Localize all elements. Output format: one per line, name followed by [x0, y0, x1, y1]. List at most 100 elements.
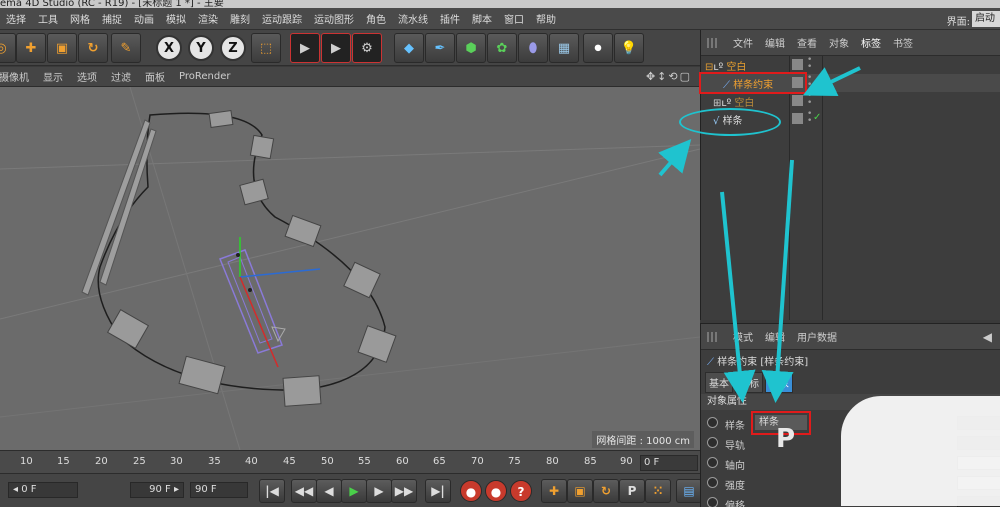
menu-select[interactable]: 选择: [0, 11, 32, 26]
visibility-toggle[interactable]: [792, 59, 803, 70]
light-icon[interactable]: 💡: [614, 33, 644, 63]
render-to-picture-viewer-icon[interactable]: ▶: [321, 33, 351, 63]
enabled-check-icon[interactable]: ✓: [813, 112, 821, 123]
preview-end-field[interactable]: 90 F ▸: [130, 482, 184, 498]
viewport-menu-prorender[interactable]: ProRender: [172, 71, 237, 82]
max-frame-field[interactable]: 90 F: [190, 482, 248, 498]
back-arrow-icon[interactable]: ◀: [983, 330, 992, 344]
render-dots[interactable]: • •: [807, 110, 812, 126]
play-icon[interactable]: ▶: [341, 479, 367, 503]
menu-simulate[interactable]: 模拟: [160, 11, 192, 26]
object-manager: 文件 编辑 查看 对象 标签 书签 ⊟ʟº 空白 • • ⟋ 样条约束 • • ⊞ʟ…: [679, 30, 1000, 320]
obj-menu-object[interactable]: 对象: [823, 35, 855, 50]
previous-key-icon[interactable]: ◀◀: [291, 479, 317, 503]
animate-radio[interactable]: [707, 497, 718, 507]
render-dots[interactable]: • •: [807, 56, 812, 72]
render-dots[interactable]: • •: [807, 92, 812, 108]
animate-radio[interactable]: [707, 437, 718, 448]
menu-plugins[interactable]: 插件: [434, 11, 466, 26]
move-icon[interactable]: ✚: [16, 33, 46, 63]
viewport-menu-display[interactable]: 显示: [36, 69, 70, 84]
obj-menu-edit[interactable]: 编辑: [759, 35, 791, 50]
previous-frame-icon[interactable]: ◀: [316, 479, 342, 503]
y-axis-lock-button[interactable]: Y: [188, 35, 214, 61]
animate-radio[interactable]: [707, 477, 718, 488]
visibility-toggle[interactable]: [792, 95, 803, 106]
spline-pen-icon[interactable]: ✒: [425, 33, 455, 63]
preview-start-field[interactable]: ◂ 0 F: [8, 482, 78, 498]
keyframe-selection-icon[interactable]: ?: [510, 480, 532, 502]
render-view-icon[interactable]: ▶: [290, 33, 320, 63]
go-to-start-icon[interactable]: |◀: [259, 479, 285, 503]
tab-object[interactable]: 对象: [765, 372, 793, 393]
coordinate-system-icon[interactable]: ⬚: [251, 33, 281, 63]
scale-icon[interactable]: ▣: [47, 33, 77, 63]
tab-basic[interactable]: 基本: [705, 372, 733, 393]
panel-grip-icon[interactable]: [707, 331, 719, 342]
obj-menu-tags[interactable]: 标签: [855, 35, 887, 50]
layout-select[interactable]: 启动: [972, 11, 1000, 27]
render-dots[interactable]: • •: [807, 74, 812, 90]
parameter-key-icon[interactable]: P: [619, 479, 645, 503]
menu-animate[interactable]: 动画: [128, 11, 160, 26]
rotation-key-icon[interactable]: ↻: [593, 479, 619, 503]
floor-icon[interactable]: ▦: [549, 33, 579, 63]
autokey-icon[interactable]: ●: [485, 480, 507, 502]
menu-script[interactable]: 脚本: [466, 11, 498, 26]
point-level-key-icon[interactable]: ⁙: [645, 479, 671, 503]
3d-viewport[interactable]: 网格间距 : 1000 cm: [0, 87, 700, 450]
animate-radio[interactable]: [707, 417, 718, 428]
go-to-end-icon[interactable]: ▶|: [425, 479, 451, 503]
visibility-toggle[interactable]: [792, 113, 803, 124]
subdivision-icon[interactable]: ⬢: [456, 33, 486, 63]
menu-character[interactable]: 角色: [360, 11, 392, 26]
deformer-icon[interactable]: ⬮: [518, 33, 548, 63]
menu-snap[interactable]: 捕捉: [96, 11, 128, 26]
next-frame-icon[interactable]: ▶: [366, 479, 392, 503]
current-frame-field[interactable]: 0 F: [640, 455, 698, 471]
attr-menu-mode[interactable]: 模式: [727, 329, 759, 344]
menu-mesh[interactable]: 网格: [64, 11, 96, 26]
attr-menu-user-data[interactable]: 用户数据: [791, 329, 843, 344]
attr-menu-edit[interactable]: 编辑: [759, 329, 791, 344]
menu-help[interactable]: 帮助: [530, 11, 562, 26]
highlight-spline-constraint: [699, 72, 807, 94]
obj-menu-file[interactable]: 文件: [727, 35, 759, 50]
obj-menu-bookmarks[interactable]: 书签: [887, 35, 919, 50]
cube-icon[interactable]: ◆: [394, 33, 424, 63]
viewport-menu-options[interactable]: 选项: [70, 69, 104, 84]
viewport-menu-panel[interactable]: 面板: [138, 69, 172, 84]
menu-tools[interactable]: 工具: [32, 11, 64, 26]
camera-icon[interactable]: ⏺: [583, 33, 613, 63]
position-key-icon[interactable]: ✚: [541, 479, 567, 503]
next-key-icon[interactable]: ▶▶: [391, 479, 417, 503]
timeline-window-icon[interactable]: ▤: [676, 479, 702, 503]
menu-mograph[interactable]: 运动图形: [308, 11, 360, 26]
viewport-menu: 摄像机 显示 选项 过滤 面板 ProRender ✥↕⟲▢: [0, 67, 700, 87]
x-axis-lock-button[interactable]: X: [156, 35, 182, 61]
record-active-icon[interactable]: ●: [460, 480, 482, 502]
live-select-icon[interactable]: ◎: [0, 33, 16, 63]
object-row-null-2[interactable]: ⊞ʟº 空白 • •: [701, 92, 1000, 110]
panel-grip-icon[interactable]: [707, 37, 719, 48]
z-axis-lock-button[interactable]: Z: [220, 35, 246, 61]
viewport-navigation-icons[interactable]: ✥↕⟲▢: [646, 70, 692, 83]
pen-tool-icon[interactable]: ✎: [111, 33, 141, 63]
menu-sculpt[interactable]: 雕刻: [224, 11, 256, 26]
attribute-manager: 模式 编辑 用户数据 ◀ ⟋ 样条约束 [样条约束] 基本 坐标 对象 对象属性…: [700, 323, 1000, 507]
watermark-overlay: [841, 396, 1000, 506]
menu-render[interactable]: 渲染: [192, 11, 224, 26]
cloner-icon[interactable]: ✿: [487, 33, 517, 63]
animate-radio[interactable]: [707, 457, 718, 468]
rotate-icon[interactable]: ↻: [78, 33, 108, 63]
viewport-menu-filter[interactable]: 过滤: [104, 69, 138, 84]
viewport-menu-camera[interactable]: 摄像机: [0, 69, 36, 84]
timeline-ruler[interactable]: 10 15 20 25 30 35 40 45 50 55 60 65 70 7…: [0, 450, 700, 473]
menu-window[interactable]: 窗口: [498, 11, 530, 26]
menu-motion-tracking[interactable]: 运动跟踪: [256, 11, 308, 26]
scale-key-icon[interactable]: ▣: [567, 479, 593, 503]
obj-menu-view[interactable]: 查看: [791, 35, 823, 50]
tab-coord[interactable]: 坐标: [735, 372, 763, 393]
menu-pipeline[interactable]: 流水线: [392, 11, 434, 26]
render-settings-icon[interactable]: ⚙: [352, 33, 382, 63]
